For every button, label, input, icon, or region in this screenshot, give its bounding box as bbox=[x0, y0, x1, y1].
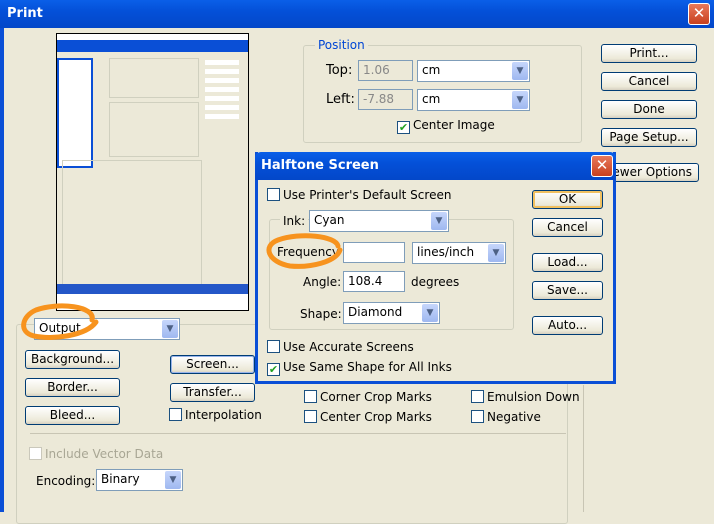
frequency-annotation-circle bbox=[266, 233, 343, 269]
annotation-marks bbox=[21, 233, 343, 340]
output-annotation-circle bbox=[21, 303, 99, 340]
